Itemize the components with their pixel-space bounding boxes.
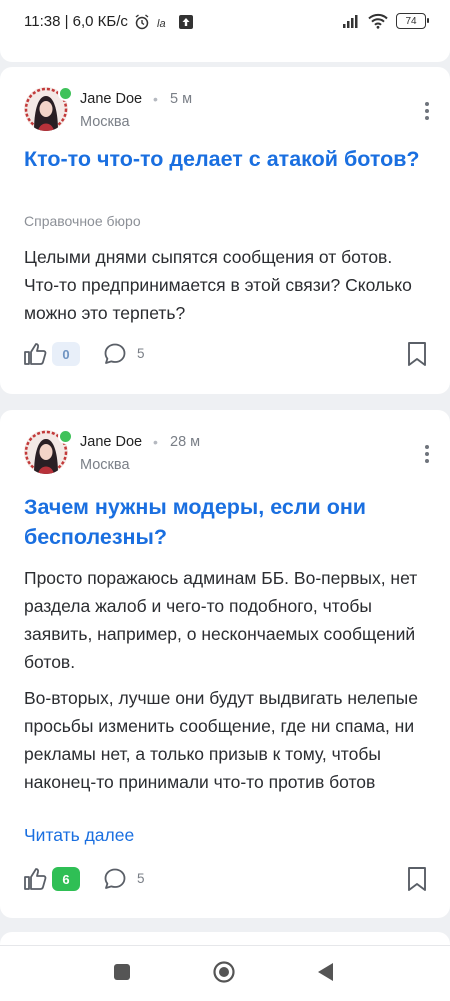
home-icon[interactable] <box>213 961 235 983</box>
post-text-paragraph: Просто поражаюсь админам ББ. Во-первых, … <box>24 568 418 672</box>
online-status-icon <box>58 429 73 444</box>
post-card[interactable]: Jane Doe • 28 м Москва Зачем нужны модер… <box>0 410 450 918</box>
online-status-icon <box>58 86 73 101</box>
post-time: 28 м <box>170 434 201 450</box>
author-location: Москва <box>80 457 130 473</box>
author-name[interactable]: Jane Doe <box>80 91 142 107</box>
comment-count: 5 <box>137 346 145 361</box>
bookmark-icon[interactable] <box>406 341 428 367</box>
comment-icon[interactable] <box>103 342 127 366</box>
like-count[interactable]: 6 <box>52 867 80 891</box>
recent-apps-icon[interactable] <box>114 964 130 980</box>
previous-card-edge <box>0 46 450 62</box>
post-text-paragraph: Во-вторых, лучше они будут выдвигать нел… <box>24 688 418 792</box>
separator-dot: • <box>153 91 158 107</box>
battery-icon: 74 <box>396 13 429 29</box>
svg-text:la: la <box>157 18 166 30</box>
read-more-link[interactable]: Читать далее <box>24 825 134 846</box>
alarm-icon <box>135 13 149 29</box>
status-bar: 11:38 | 6,0 КБ/с la 74 <box>0 0 450 46</box>
post-category[interactable]: Справочное бюро <box>24 213 141 229</box>
like-icon[interactable] <box>22 866 48 892</box>
author-name[interactable]: Jane Doe <box>80 434 142 450</box>
back-icon[interactable] <box>316 962 334 982</box>
wifi-icon <box>368 13 388 29</box>
post-time: 5 м <box>170 91 193 107</box>
battery-level: 74 <box>405 15 417 27</box>
like-icon[interactable] <box>22 341 48 367</box>
status-time-speed: 11:38 | 6,0 КБ/с <box>24 13 128 30</box>
more-options-icon[interactable] <box>422 100 432 122</box>
system-navigation-bar <box>0 945 450 1001</box>
signal-icon <box>343 15 358 28</box>
bookmark-icon[interactable] <box>406 866 428 892</box>
comment-icon[interactable] <box>103 867 127 891</box>
comment-count: 5 <box>137 871 145 886</box>
upload-notification-icon <box>178 14 193 29</box>
more-options-icon[interactable] <box>422 443 432 465</box>
like-count[interactable]: 0 <box>52 342 80 366</box>
post-actions: 0 5 <box>0 339 450 371</box>
author-location: Москва <box>80 114 130 130</box>
app-notification-icon: la <box>157 18 166 30</box>
separator-dot: • <box>153 434 158 450</box>
post-title[interactable]: Зачем нужны модеры, если они бесполезны? <box>24 492 424 552</box>
post-actions: 6 5 <box>0 864 450 896</box>
post-title[interactable]: Кто-то что-то делает с атакой ботов? <box>24 144 424 174</box>
post-card[interactable]: Jane Doe • 5 м Москва Кто-то что-то дела… <box>0 67 450 394</box>
post-text: Целыми днями сыпятся сообщения от ботов.… <box>24 247 412 323</box>
